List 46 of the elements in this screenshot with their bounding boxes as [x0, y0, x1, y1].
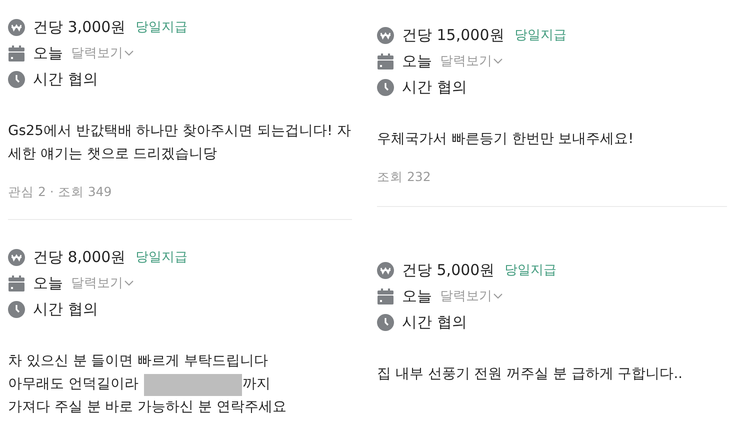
price-text: 건당 15,000원	[402, 26, 504, 44]
post-stats: 관심 2 · 조회 349	[8, 184, 113, 201]
description-text: 집 내부 선풍기 전원 꺼주실 분 급하게 구합니다..	[377, 365, 682, 384]
price-text: 건당 8,000원	[33, 248, 126, 266]
chevron-down-icon[interactable]	[493, 292, 503, 300]
clock-icon	[8, 300, 25, 318]
post-stats: 조회 232	[377, 169, 432, 186]
description-text: 아무래도 언덕길이라	[8, 375, 138, 394]
description-text: 세한 얘기는 챗으로 드리겠습니당	[8, 145, 218, 164]
chevron-down-icon[interactable]	[124, 279, 134, 287]
time-text: 시간 협의	[402, 78, 467, 96]
calendar-link[interactable]: 달력보기	[440, 287, 492, 305]
clock-icon	[8, 70, 25, 88]
date-text: 오늘	[402, 52, 432, 70]
calendar-icon	[377, 52, 394, 70]
won-icon	[8, 248, 25, 266]
calendar-icon	[377, 288, 394, 304]
time-text: 시간 협의	[402, 312, 467, 332]
time-text: 시간 협의	[33, 300, 98, 318]
date-text: 오늘	[33, 44, 63, 62]
clock-icon	[377, 314, 394, 330]
price-text: 건당 3,000원	[33, 18, 126, 36]
calendar-icon	[8, 44, 25, 62]
chevron-down-icon[interactable]	[124, 49, 134, 57]
description-text: 차 있으신 분 들이면 빠르게 부탁드립니다	[8, 352, 268, 371]
description-text: Gs25에서 반값택배 하나만 찾아주시면 되는겁니다! 자	[8, 122, 351, 141]
price-text: 건당 5,000원	[402, 260, 495, 280]
chevron-down-icon[interactable]	[493, 57, 503, 65]
payout-label: 당일지급	[514, 27, 566, 44]
date-text: 오늘	[33, 274, 63, 292]
date-text: 오늘	[402, 286, 432, 306]
won-icon	[377, 262, 394, 278]
payout-label: 당일지급	[136, 249, 188, 266]
description-text: 까지	[242, 375, 270, 394]
time-text: 시간 협의	[33, 70, 98, 88]
payout-label: 당일지급	[136, 19, 188, 36]
calendar-link[interactable]: 달력보기	[440, 52, 492, 70]
clock-icon	[377, 78, 394, 96]
description-text: 우체국가서 빠른등기 한번만 보내주세요!	[377, 130, 634, 149]
won-icon	[8, 18, 25, 36]
calendar-link[interactable]: 달력보기	[71, 274, 123, 292]
won-icon	[377, 26, 394, 44]
calendar-link[interactable]: 달력보기	[71, 44, 123, 62]
description-text: 가져다 주실 분 바로 가능하신 분 연락주세요	[8, 398, 286, 417]
payout-label: 당일지급	[504, 262, 557, 279]
calendar-icon	[8, 274, 25, 292]
